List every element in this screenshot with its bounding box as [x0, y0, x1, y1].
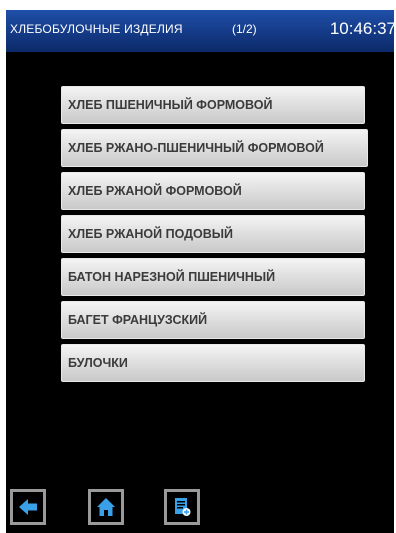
product-button-wheat-molded[interactable]: ХЛЕБ ПШЕНИЧНЫЙ ФОРМОВОЙ — [61, 86, 365, 124]
clock: 10:46:37 — [329, 19, 394, 38]
new-document-icon — [175, 498, 191, 516]
home-button[interactable] — [88, 489, 124, 525]
back-button[interactable] — [10, 489, 46, 525]
product-button-buns[interactable]: БУЛОЧКИ — [61, 344, 365, 382]
screen-title: ХЛЕБОБУЛОЧНЫЕ ИЗДЕЛИЯ — [10, 22, 183, 36]
product-button-french-baguette[interactable]: БАГЕТ ФРАНЦУЗСКИЙ — [61, 301, 365, 339]
screen: ХЛЕБОБУЛОЧНЫЕ ИЗДЕЛИЯ (1/2) 10:46:37 ХЛЕ… — [6, 10, 394, 533]
home-icon — [97, 498, 115, 516]
title-bar: ХЛЕБОБУЛОЧНЫЕ ИЗДЕЛИЯ (1/2) 10:46:37 — [6, 10, 394, 52]
product-list: ХЛЕБ ПШЕНИЧНЫЙ ФОРМОВОЙ ХЛЕБ РЖАНО-ПШЕНИ… — [61, 86, 368, 387]
product-button-rye-molded[interactable]: ХЛЕБ РЖАНОЙ ФОРМОВОЙ — [61, 172, 365, 210]
product-button-sliced-loaf[interactable]: БАТОН НАРЕЗНОЙ ПШЕНИЧНЫЙ — [61, 258, 365, 296]
page-indicator: (1/2) — [232, 22, 257, 36]
product-button-rye-wheat-molded[interactable]: ХЛЕБ РЖАНО-ПШЕНИЧНЫЙ ФОРМОВОЙ — [61, 129, 368, 167]
bottom-toolbar — [6, 489, 394, 533]
new-document-button[interactable] — [164, 489, 200, 525]
product-button-rye-hearth[interactable]: ХЛЕБ РЖАНОЙ ПОДОВЫЙ — [61, 215, 365, 253]
back-arrow-icon — [19, 499, 37, 515]
